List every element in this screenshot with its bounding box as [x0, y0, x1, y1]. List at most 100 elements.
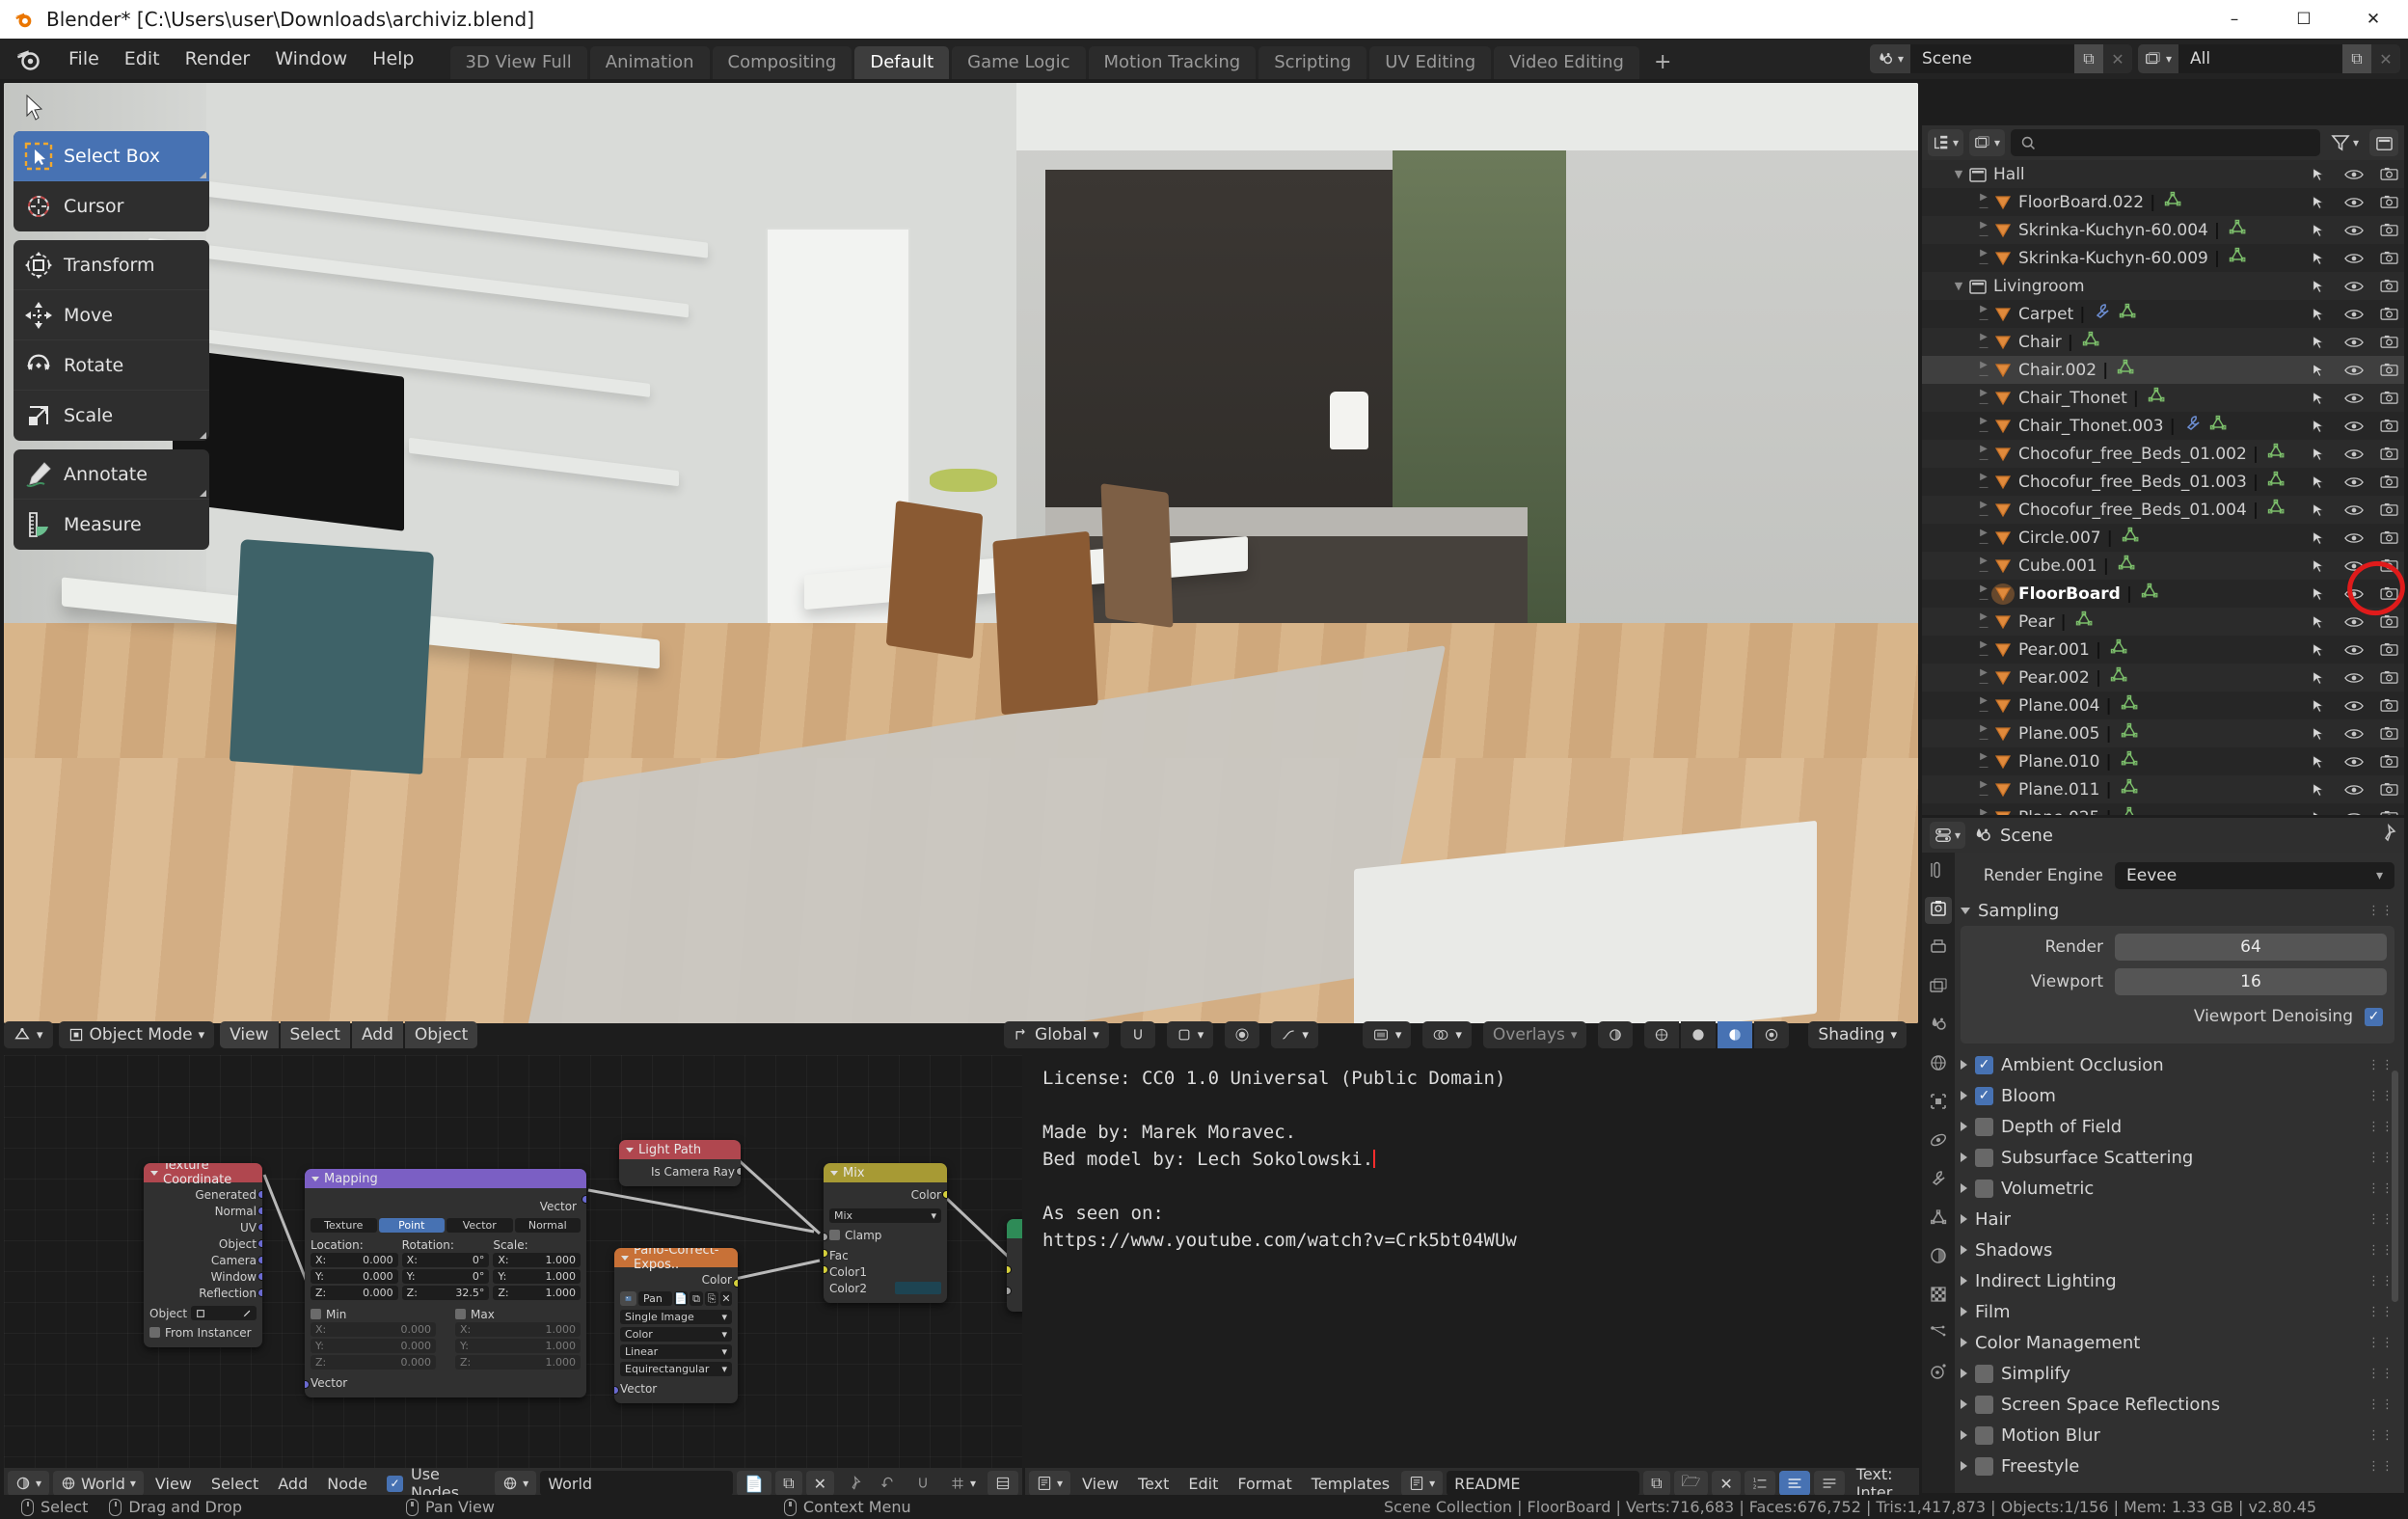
- chevron-right-icon[interactable]: ▶—: [1976, 332, 1991, 353]
- text-menu-format[interactable]: Format: [1230, 1471, 1299, 1496]
- outliner-row[interactable]: ▶— Skrinka-Kuchyn-60.004 |: [1922, 216, 2404, 244]
- unlink-world-button[interactable]: ✕: [805, 1471, 834, 1496]
- tool-select-box[interactable]: Select Box: [14, 131, 209, 181]
- modifier-icon[interactable]: [2093, 302, 2112, 326]
- disable-in-renders-toggle-icon[interactable]: [2379, 447, 2398, 461]
- disable-in-renders-toggle-icon[interactable]: [2379, 419, 2398, 433]
- hide-in-viewport-toggle-icon[interactable]: [2344, 196, 2364, 209]
- properties-tab-output[interactable]: [1925, 936, 1952, 963]
- mesh-data-icon[interactable]: [2118, 302, 2137, 326]
- panel-drag-dots[interactable]: ⋮⋮: [2367, 1243, 2394, 1258]
- scl-x-field[interactable]: X: 1.000: [493, 1253, 582, 1267]
- hide-in-viewport-toggle-icon[interactable]: [2344, 503, 2364, 517]
- menu-render[interactable]: Render: [173, 39, 263, 79]
- workspace-tab-3d-view-full[interactable]: 3D View Full: [449, 46, 587, 79]
- pack-icon[interactable]: ⎘: [705, 1291, 718, 1306]
- hide-in-viewport-toggle-icon[interactable]: [2344, 392, 2364, 405]
- interaction-mode-selector[interactable]: Object Mode ▾: [58, 1021, 215, 1048]
- chevron-right-icon[interactable]: [1961, 1430, 1967, 1440]
- chevron-right-icon[interactable]: ▶—: [1976, 751, 1991, 773]
- modifier-icon[interactable]: [2183, 414, 2203, 438]
- viewlayer-selector[interactable]: ▾ All ⧉ ✕: [2137, 44, 2400, 73]
- mesh-data-icon[interactable]: [2120, 777, 2139, 801]
- world-datablock-name[interactable]: World: [540, 1471, 734, 1496]
- mesh-data-icon[interactable]: [2140, 582, 2159, 606]
- selectable-toggle-icon[interactable]: [2310, 698, 2329, 714]
- socket-vector-out[interactable]: [582, 1195, 586, 1204]
- color-space-dropdown[interactable]: Color ▾: [620, 1327, 732, 1342]
- world-datablock-browse[interactable]: ▾: [495, 1471, 537, 1496]
- workspace-tab-compositing[interactable]: Compositing: [712, 46, 852, 79]
- panel-drag-dots[interactable]: ⋮⋮: [2367, 1212, 2394, 1227]
- shader-node-editor[interactable]: Texture Coordinate Generated Normal UV O…: [4, 1055, 1022, 1468]
- selectable-toggle-icon[interactable]: [2310, 447, 2329, 462]
- mesh-data-icon[interactable]: [2109, 637, 2128, 662]
- node-input-color1[interactable]: Color1: [829, 1263, 941, 1280]
- outliner-row[interactable]: ▶— Plane.004 |: [1922, 692, 2404, 719]
- panel-enable-checkbox[interactable]: [1975, 1117, 1993, 1136]
- workspace-tab-video-editing[interactable]: Video Editing: [1494, 46, 1639, 79]
- rot-y-field[interactable]: Y: 0°: [401, 1269, 490, 1284]
- panel-drag-dots[interactable]: ⋮⋮: [2367, 1274, 2394, 1288]
- node-output-color[interactable]: Color: [620, 1271, 732, 1288]
- rot-x-field[interactable]: X: 0°: [401, 1253, 490, 1267]
- loc-z-field[interactable]: Z: 0.000: [311, 1286, 398, 1300]
- text-line[interactable]: [1042, 1092, 1919, 1119]
- blend-mode-dropdown[interactable]: Mix ▾: [829, 1208, 941, 1223]
- hide-in-viewport-toggle-icon[interactable]: [2344, 531, 2364, 545]
- node-mapping[interactable]: Mapping Vector Texture Point Vector Norm…: [305, 1169, 586, 1397]
- min-checkbox[interactable]: [311, 1309, 321, 1319]
- hide-in-viewport-toggle-icon[interactable]: [2344, 699, 2364, 713]
- disable-in-renders-toggle-icon[interactable]: [2379, 754, 2398, 769]
- outliner-row[interactable]: ▶— Plane.011 |: [1922, 775, 2404, 803]
- node-menu-select[interactable]: Select: [203, 1471, 266, 1496]
- hide-in-viewport-toggle-icon[interactable]: [2344, 643, 2364, 657]
- properties-editor-icon[interactable]: ▾: [1930, 822, 1966, 849]
- mesh-data-icon[interactable]: [2228, 246, 2247, 270]
- chevron-right-icon[interactable]: [1961, 1153, 1967, 1162]
- selectable-toggle-icon[interactable]: [2310, 502, 2329, 518]
- chevron-right-icon[interactable]: ▶—: [1976, 472, 1991, 493]
- menu-help[interactable]: Help: [360, 39, 426, 79]
- max-x-field[interactable]: X: 1.000: [455, 1322, 581, 1337]
- hide-in-viewport-toggle-icon[interactable]: [2344, 308, 2364, 321]
- disable-in-renders-toggle-icon[interactable]: [2379, 698, 2398, 713]
- selectable-toggle-icon[interactable]: [2310, 391, 2329, 406]
- disable-in-renders-toggle-icon[interactable]: [2379, 614, 2398, 629]
- panel-drag-dots[interactable]: ⋮⋮: [2367, 904, 2394, 918]
- selectable-toggle-icon[interactable]: [2310, 195, 2329, 210]
- chevron-right-icon[interactable]: ▶—: [1976, 192, 1991, 213]
- hide-in-viewport-toggle-icon[interactable]: [2344, 280, 2364, 293]
- chevron-right-icon[interactable]: [1961, 1060, 1967, 1070]
- socket-color-out[interactable]: [942, 1190, 947, 1199]
- outliner-row[interactable]: ▶— Circle.007 |: [1922, 524, 2404, 552]
- word-wrap-toggle[interactable]: [1778, 1471, 1810, 1496]
- sampling-panel-header[interactable]: Sampling ⋮⋮: [1961, 895, 2394, 926]
- outliner-row[interactable]: ▶— Chocofur_free_Beds_01.004 |: [1922, 496, 2404, 524]
- viewport-menu-add[interactable]: Add: [351, 1021, 403, 1048]
- mesh-data-icon[interactable]: [2117, 554, 2136, 578]
- 3d-viewport[interactable]: Select Box Cursor Transform Move Rotate …: [4, 83, 1918, 1023]
- node-world-output[interactable]: [1007, 1219, 1022, 1312]
- shader-type-selector[interactable]: World ▾: [53, 1471, 144, 1496]
- node-pano-correct-expos[interactable]: Pano-Correct-Expos.. Color Pan 📄 ⧉ ⎘ ✕ S…: [614, 1248, 738, 1403]
- from-instancer-checkbox[interactable]: [149, 1327, 160, 1338]
- mesh-data-icon[interactable]: [2109, 665, 2128, 690]
- mapping-tab-normal[interactable]: Normal: [514, 1218, 581, 1233]
- text-line[interactable]: License: CC0 1.0 Universal (Public Domai…: [1042, 1065, 1919, 1092]
- outliner-tree[interactable]: ▼ Hall ▶— FloorBoard.022 | ▶— Skrinka-Kuchyn-6…: [1922, 160, 2404, 815]
- panel-drag-dots[interactable]: ⋮⋮: [2367, 1367, 2394, 1381]
- hide-in-viewport-toggle-icon[interactable]: [2344, 420, 2364, 433]
- hide-in-viewport-toggle-icon[interactable]: [2344, 755, 2364, 769]
- hide-in-viewport-toggle-icon[interactable]: [2344, 811, 2364, 815]
- new-image-icon[interactable]: 📄: [674, 1291, 688, 1306]
- text-content[interactable]: License: CC0 1.0 Universal (Public Domai…: [1042, 1065, 1919, 1254]
- new-collection-icon[interactable]: [2369, 129, 2398, 156]
- duplicate-icon[interactable]: ⧉: [690, 1291, 703, 1306]
- chevron-down-icon[interactable]: ▼: [1951, 168, 1966, 180]
- hide-in-viewport-toggle-icon[interactable]: [2344, 671, 2364, 685]
- projection-dropdown[interactable]: Equirectangular ▾: [620, 1362, 732, 1376]
- render-panel-shadows[interactable]: Shadows ⋮⋮: [1961, 1234, 2394, 1265]
- workspace-tab-scripting[interactable]: Scripting: [1258, 46, 1367, 79]
- properties-tab-world[interactable]: [1925, 1051, 1952, 1078]
